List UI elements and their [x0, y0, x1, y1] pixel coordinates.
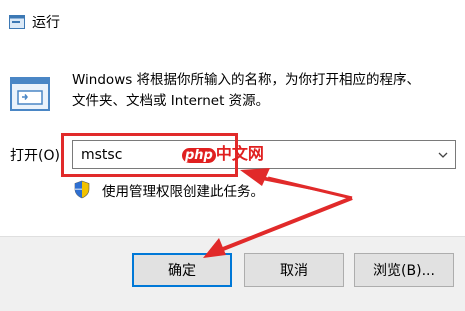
run-description: Windows 将根据你所输入的名称，为你打开相应的程序、 文件夹、文档或 In…: [72, 70, 457, 112]
title-bar: 运行: [0, 0, 465, 38]
watermark-suffix: 中文网: [215, 144, 264, 163]
watermark: php 中文网: [182, 144, 264, 166]
watermark-brand: php: [182, 148, 216, 163]
description-line-1: Windows 将根据你所输入的名称，为你打开相应的程序、: [72, 72, 421, 88]
run-icon: [10, 77, 50, 111]
chevron-down-icon[interactable]: [437, 149, 449, 161]
ok-button[interactable]: 确定: [132, 253, 232, 287]
description-line-2: 文件夹、文档或 Internet 资源。: [72, 93, 270, 109]
cancel-button[interactable]: 取消: [244, 253, 344, 287]
uac-shield-icon: [74, 180, 90, 199]
browse-button[interactable]: 浏览(B)...: [354, 253, 454, 287]
window-title: 运行: [32, 15, 60, 31]
run-window-icon: [9, 15, 25, 29]
open-label: 打开(O):: [10, 148, 65, 164]
admin-note: 使用管理权限创建此任务。: [102, 184, 264, 200]
